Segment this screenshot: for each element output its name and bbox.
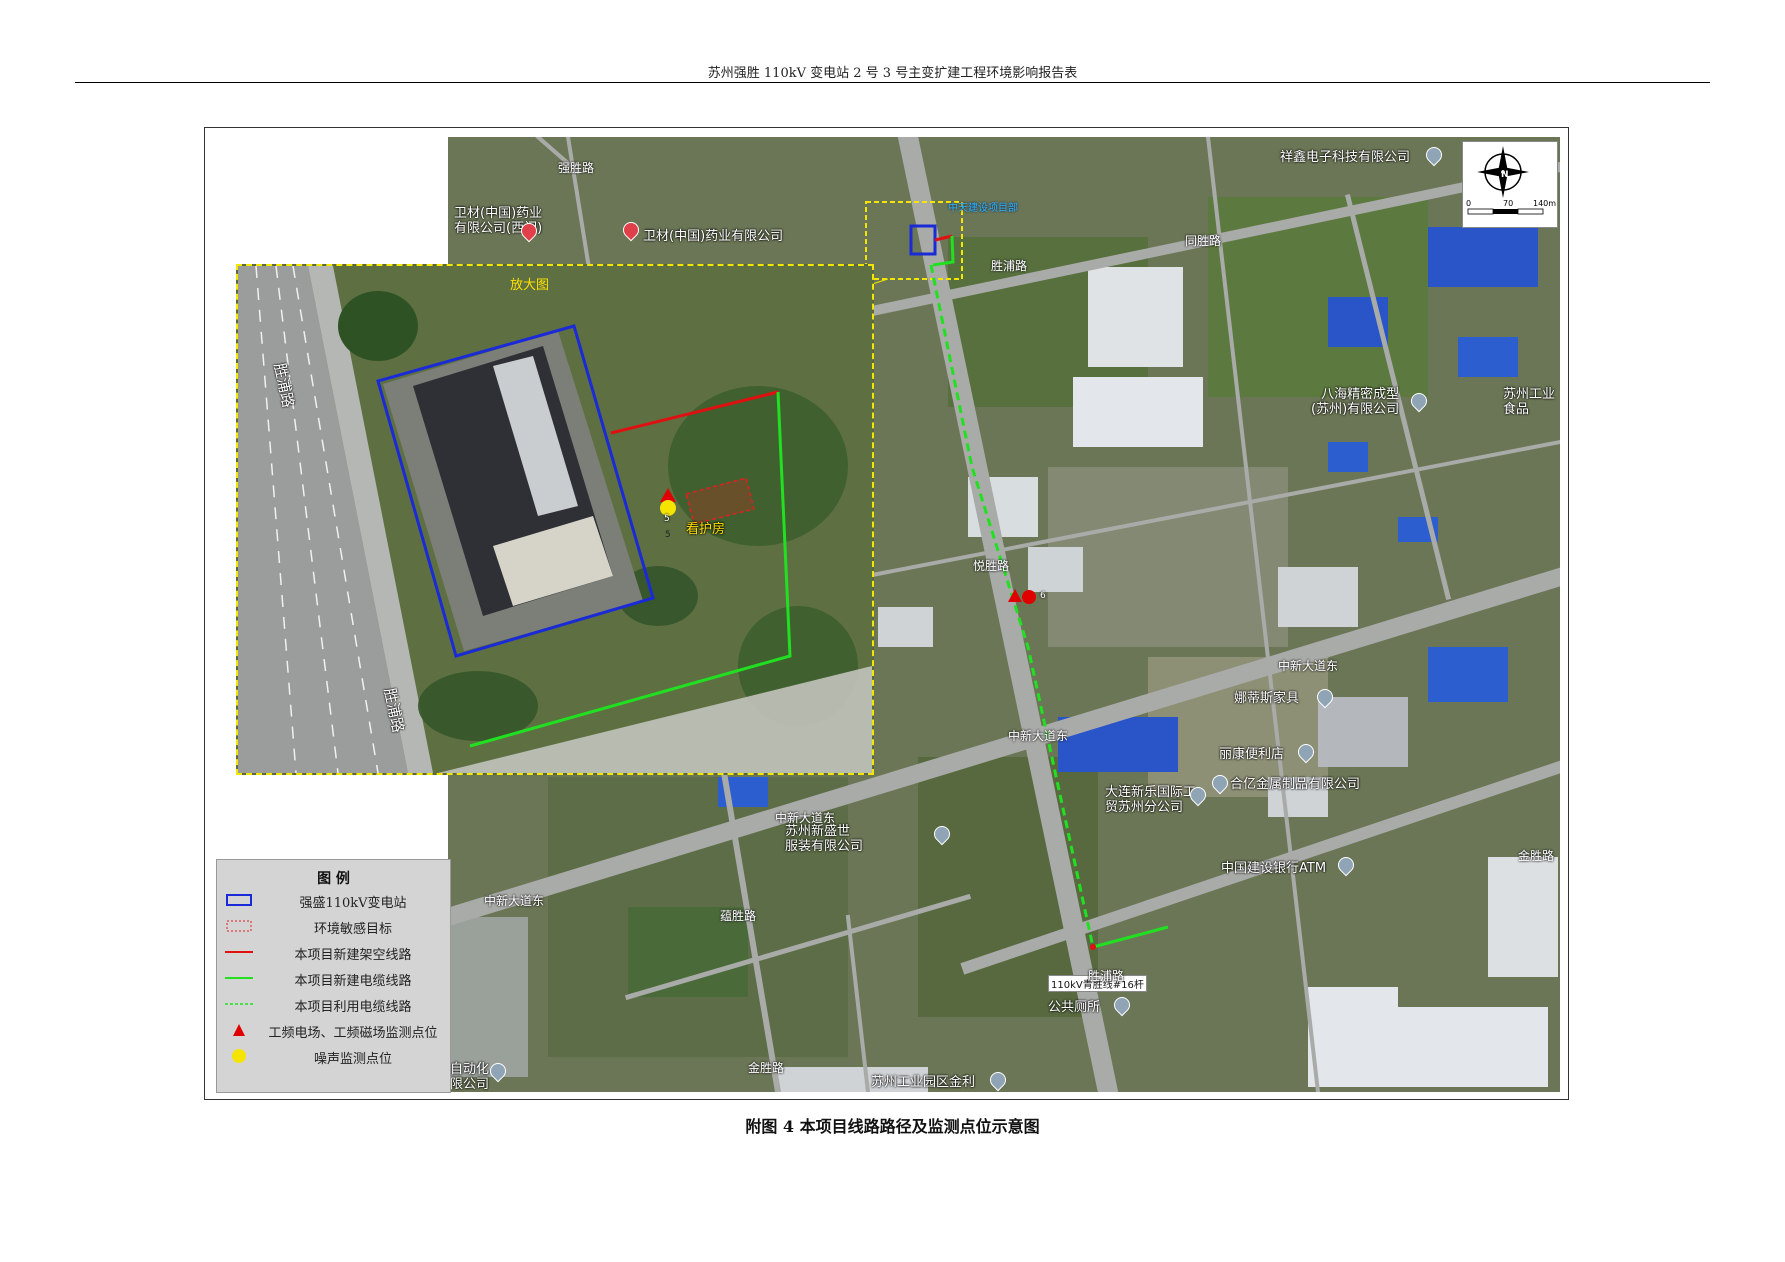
road-jinsheng-2: 金胜路 (748, 1061, 785, 1075)
label-suzhou-food[interactable]: 苏州工业 食品 (1503, 387, 1555, 417)
road-zhongxin-2: 中新大道东 (1008, 729, 1069, 743)
substation-box-icon (226, 894, 252, 906)
label-suzhou-park[interactable]: 苏州工业园区金利 (871, 1071, 975, 1090)
label-nuodi[interactable]: 娜蒂斯家具 (1234, 687, 1299, 706)
label-lixiang[interactable]: 丽康便利店 (1219, 743, 1284, 762)
label-xinshengshi[interactable]: 苏州新盛世 服装有限公司 (785, 824, 863, 854)
label-bahai[interactable]: 八海精密成型 (苏州)有限公司 (1311, 387, 1399, 417)
legend-label: 本项目新建电缆线路 (294, 974, 412, 989)
north-label: N (1501, 170, 1509, 180)
road-zhongxin-1: 中新大道东 (1278, 659, 1339, 673)
label-ccb[interactable]: 中国建设银行ATM (1221, 857, 1326, 876)
inset-enlarged-view[interactable]: 放大图 胜浦路 胜浦路 看护房 5 5 (236, 264, 874, 775)
cable-line-icon (225, 977, 253, 979)
header-title: 苏州强胜 110kV 变电站 2 号 3 号主变扩建工程环境影响报告表 (707, 66, 1078, 81)
overhead-line-icon (225, 951, 253, 953)
road-qiangsheng: 强胜路 (558, 161, 595, 175)
legend-label: 强盛110kV变电站 (299, 896, 407, 911)
north-arrow-icon (1467, 146, 1544, 215)
scale-zero: 0 (1466, 199, 1472, 208)
figure-caption: 附图 4 本项目线路路径及监测点位示意图 (745, 1117, 1040, 1136)
north-arrow-scale: N 0 70 140m (1462, 141, 1558, 228)
legend-row-em-point: 工频电场、工频磁场监测点位 (217, 1018, 450, 1042)
legend-row-sensitive: 环境敏感目标 (217, 914, 450, 938)
road-zhongxin-3: 中新大道东 (775, 811, 836, 825)
legend-label: 本项目新建架空线路 (294, 948, 412, 963)
existing-cable-icon (225, 1003, 253, 1005)
legend-row-cable: 本项目新建电缆线路 (217, 966, 450, 990)
noise-dot-icon (232, 1049, 246, 1063)
scale-mid: 70 (1503, 199, 1514, 208)
road-yuesheng: 悦胜路 (973, 559, 1010, 573)
road-tongsheng: 同胜路 (1185, 234, 1222, 248)
scale-end: 140m (1533, 199, 1557, 208)
label-heyi[interactable]: 合亿金属制品有限公司 (1230, 773, 1360, 792)
legend: 图 例 强盛110kV变电站 环境敏感目标 本项目新建架空线路 本项目新建电缆线… (216, 859, 451, 1093)
road-zhongxin-4: 中新大道东 (484, 894, 545, 908)
inset-graphics (238, 266, 872, 773)
legend-label: 环境敏感目标 (313, 922, 392, 937)
label-toilet[interactable]: 公共厕所 (1048, 996, 1100, 1015)
road-shengpu-1: 胜浦路 (991, 259, 1028, 273)
legend-row-noise-point: 噪声监测点位 (217, 1044, 450, 1068)
sensitive-box-icon (226, 920, 252, 932)
em-triangle-icon (233, 1024, 245, 1036)
legend-row-substation: 强盛110kV变电站 (217, 888, 450, 912)
header-rule (75, 82, 1710, 83)
legend-title: 图 例 (317, 871, 350, 887)
road-jinsheng-1: 金胜路 (1518, 849, 1555, 863)
label-weicai[interactable]: 卫材(中国)药业有限公司 (643, 225, 783, 244)
road-shengpu-2: 胜浦路 (1088, 969, 1125, 983)
road-yunsheng: 蕴胜路 (720, 909, 757, 923)
em-point-6-label: 6 (1040, 591, 1046, 601)
inset-guard-house: 看护房 (686, 522, 726, 537)
label-project-dept[interactable]: 中天建设项目部 (948, 199, 1018, 214)
inset-title: 放大图 (510, 278, 550, 293)
label-zidonghua[interactable]: 自动化 限公司 (450, 1062, 489, 1092)
inset-noise-point-5: 5 (665, 530, 671, 540)
legend-row-existing-cable: 本项目利用电缆线路 (217, 992, 450, 1016)
label-xiangxin[interactable]: 祥鑫电子科技有限公司 (1280, 146, 1410, 165)
inset-em-point-5: 5 (664, 514, 670, 524)
legend-row-overhead: 本项目新建架空线路 (217, 940, 450, 964)
legend-label: 工频电场、工频磁场监测点位 (268, 1026, 438, 1041)
legend-label: 本项目利用电缆线路 (294, 1000, 412, 1015)
label-dalian[interactable]: 大连新乐国际工 贸苏州分公司 (1105, 785, 1196, 815)
legend-label: 噪声监测点位 (313, 1052, 392, 1067)
